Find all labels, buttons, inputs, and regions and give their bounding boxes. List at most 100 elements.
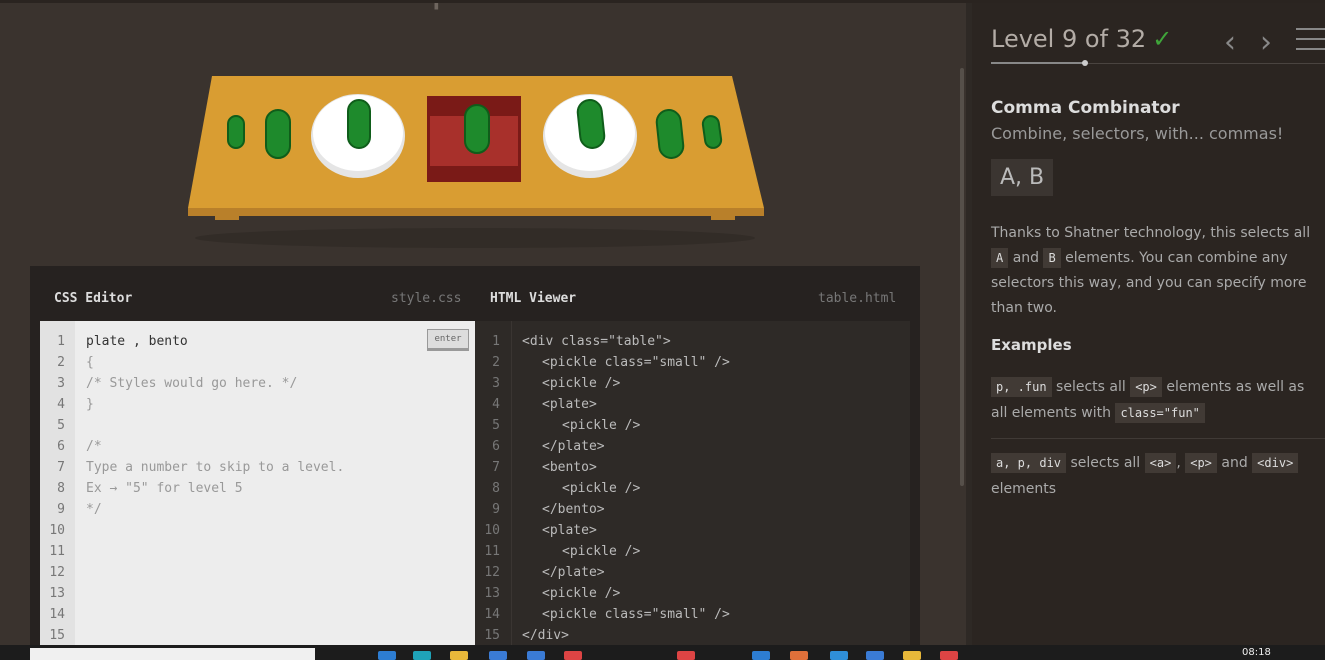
- chrome-icon[interactable]: [940, 651, 958, 660]
- folder-icon[interactable]: [450, 651, 468, 660]
- clock: 08:18: [1242, 647, 1271, 658]
- pickle-in-bento: [464, 104, 490, 154]
- line-number: 12: [49, 565, 65, 580]
- table-front: [188, 208, 764, 216]
- desc-text: Thanks to Shatner technology, this selec…: [991, 225, 1311, 241]
- html-line[interactable]: <plate>: [542, 523, 597, 538]
- examples-heading: Examples: [991, 336, 1072, 354]
- html-line[interactable]: <pickle />: [542, 376, 620, 391]
- html-line[interactable]: <pickle class="small" />: [542, 607, 730, 622]
- line-number: 3: [492, 376, 500, 391]
- example-text: selects all: [1056, 379, 1126, 395]
- line-number: 5: [57, 418, 65, 433]
- menu-icon[interactable]: [1296, 28, 1325, 58]
- line-number: 15: [49, 628, 65, 643]
- css-line: /* Styles would go here. */: [86, 376, 298, 391]
- css-line: {: [86, 355, 94, 370]
- css-editor[interactable]: 1 2 3 4 5 6 7 8 9 10 11 12 13 14 15 plat…: [40, 321, 475, 645]
- line-number: 12: [484, 565, 500, 580]
- line-number: 8: [57, 481, 65, 496]
- css-line: */: [86, 502, 102, 517]
- app-icon[interactable]: [790, 651, 808, 660]
- app-icon[interactable]: [489, 651, 507, 660]
- pickle-small: [227, 115, 245, 149]
- html-line-gutter: 1 2 3 4 5 6 7 8 9 10 11 12 13 14 15: [475, 321, 512, 645]
- pickle-on-plate: [576, 99, 606, 149]
- table-scene: [188, 76, 764, 248]
- example-code: p, .fun: [991, 377, 1052, 397]
- example-text: ,: [1176, 455, 1181, 471]
- code-a: A: [991, 248, 1009, 268]
- line-number: 14: [484, 607, 500, 622]
- line-number: 4: [492, 397, 500, 412]
- taskbar-search[interactable]: [30, 648, 315, 660]
- html-line[interactable]: </bento>: [542, 502, 605, 517]
- line-number: 11: [484, 544, 500, 559]
- pickle-on-plate: [347, 99, 371, 149]
- editor-panel: CSS Editor style.css HTML Viewer table.h…: [30, 266, 920, 645]
- app-icon[interactable]: [752, 651, 770, 660]
- line-number: 13: [49, 586, 65, 601]
- line-number: 9: [57, 502, 65, 517]
- chrome-icon[interactable]: [677, 651, 695, 660]
- app-icon[interactable]: [413, 651, 431, 660]
- html-line[interactable]: <pickle class="small" />: [542, 355, 730, 370]
- app-icon[interactable]: [866, 651, 884, 660]
- line-number: 8: [492, 481, 500, 496]
- html-line[interactable]: </plate>: [542, 439, 605, 454]
- example-code: <a>: [1144, 453, 1177, 473]
- css-editor-title: CSS Editor: [54, 291, 133, 306]
- lesson-description: Thanks to Shatner technology, this selec…: [991, 221, 1325, 321]
- next-level-button[interactable]: ›: [1260, 25, 1272, 60]
- html-line[interactable]: </plate>: [542, 565, 605, 580]
- line-number: 13: [484, 586, 500, 601]
- app-icon[interactable]: [378, 651, 396, 660]
- chrome-icon[interactable]: [564, 651, 582, 660]
- html-line[interactable]: <bento>: [542, 460, 597, 475]
- html-line[interactable]: <plate>: [542, 397, 597, 412]
- css-line-gutter: 1 2 3 4 5 6 7 8 9 10 11 12 13 14 15: [40, 321, 75, 645]
- vscode-icon[interactable]: [830, 651, 848, 660]
- pickle: [655, 109, 685, 159]
- level-label: Level 9 of 32: [991, 25, 1147, 53]
- line-number: 11: [49, 544, 65, 559]
- app-icon[interactable]: [903, 651, 921, 660]
- example-code: a, p, div: [991, 453, 1067, 473]
- level-progress: [991, 60, 1325, 66]
- editor-header: CSS Editor style.css HTML Viewer table.h…: [30, 266, 920, 321]
- enter-button[interactable]: enter: [427, 329, 469, 351]
- desc-text: elements. You can combine any selectors …: [991, 250, 1307, 316]
- css-input[interactable]: plate , bento: [86, 334, 188, 349]
- progress-fill: [991, 62, 1085, 64]
- css-line: Ex → "5" for level 5: [86, 481, 243, 496]
- line-number: 5: [492, 418, 500, 433]
- html-line[interactable]: <pickle />: [562, 418, 640, 433]
- css-line: }: [86, 397, 94, 412]
- html-line[interactable]: <div class="table">: [522, 334, 671, 349]
- code-b: B: [1043, 248, 1061, 268]
- line-number: 1: [492, 334, 500, 349]
- html-viewer-title: HTML Viewer: [490, 291, 577, 306]
- html-line[interactable]: </div>: [522, 628, 569, 643]
- line-number: 7: [492, 460, 500, 475]
- prev-level-button[interactable]: ‹: [1224, 25, 1236, 60]
- lesson-title: Comma Combinator: [991, 98, 1180, 118]
- html-line[interactable]: <pickle />: [562, 481, 640, 496]
- line-number: 2: [57, 355, 65, 370]
- css-line: /*: [86, 439, 102, 454]
- app-icon[interactable]: [527, 651, 545, 660]
- line-number: 7: [57, 460, 65, 475]
- line-number: 10: [49, 523, 65, 538]
- order-heading: Select all the plates and bentos: [157, 3, 790, 11]
- scrollbar[interactable]: [960, 68, 964, 486]
- selector-syntax: A, B: [991, 159, 1054, 196]
- examples-divider: [991, 438, 1325, 439]
- example-2: a, p, div selects all <a>, <p> and <div>…: [991, 450, 1321, 502]
- example-code: class="fun": [1115, 403, 1205, 423]
- html-line[interactable]: <pickle />: [562, 544, 640, 559]
- html-line[interactable]: <pickle />: [542, 586, 620, 601]
- html-viewer: 1 2 3 4 5 6 7 8 9 10 11 12 13 14 15 <div…: [475, 321, 910, 645]
- css-line: Type a number to skip to a level.: [86, 460, 345, 475]
- line-number: 1: [57, 334, 65, 349]
- progress-marker: [1081, 60, 1088, 66]
